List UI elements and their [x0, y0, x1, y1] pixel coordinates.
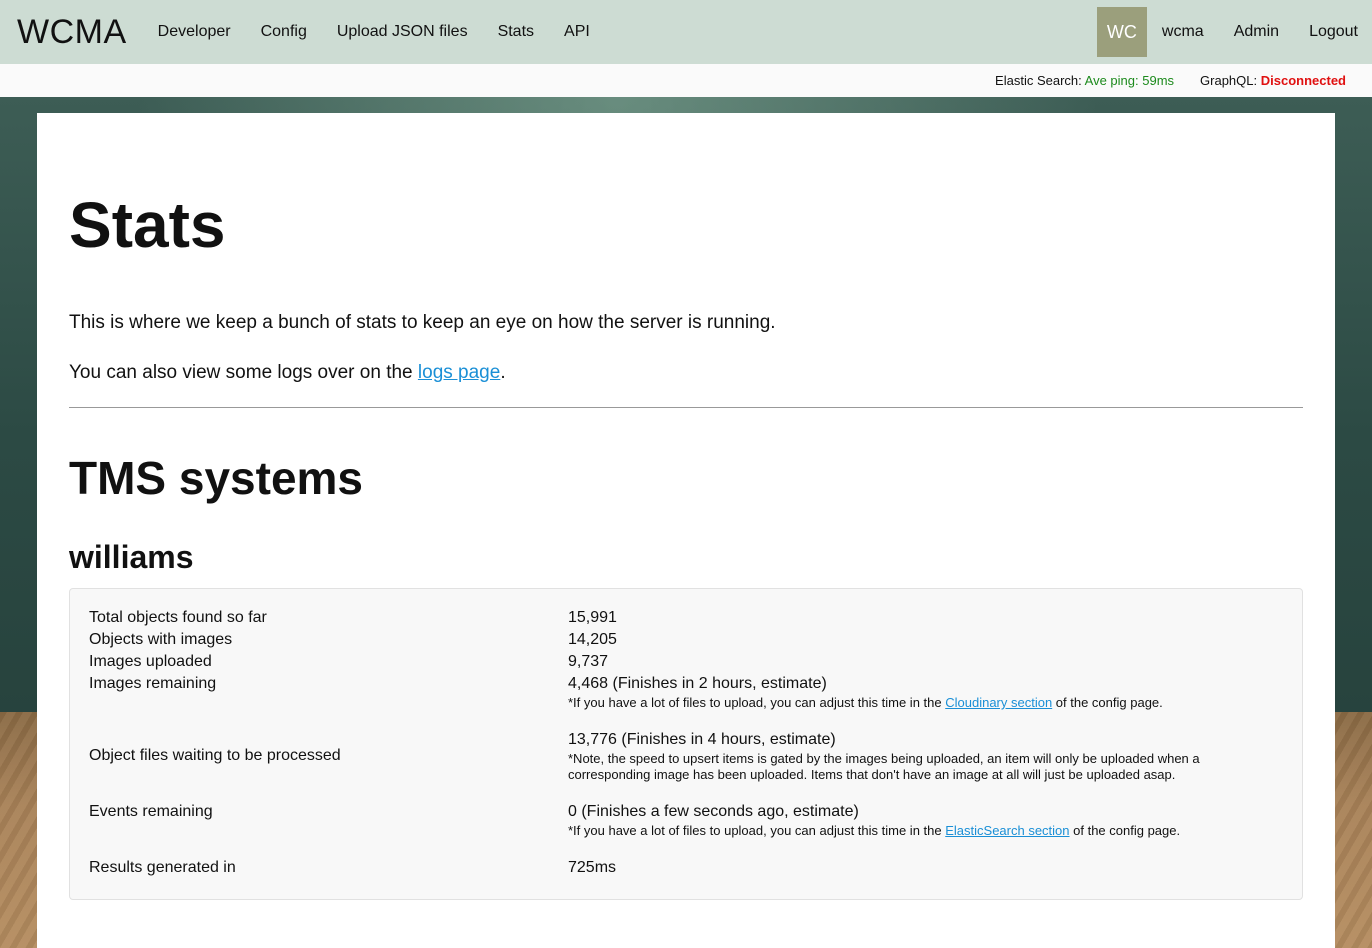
nav-link-stats[interactable]: Stats: [483, 23, 549, 41]
stat-value: 9,737: [568, 653, 609, 670]
logs-text: You can also view some logs over on the …: [69, 361, 1303, 385]
stat-label: Object files waiting to be processed: [89, 747, 341, 764]
section-title: TMS systems: [69, 452, 364, 504]
stat-value-block: 4,468 (Finishes in 2 hours, estimate) *I…: [568, 673, 1283, 711]
stat-value: 13,776 (Finishes in 4 hours, estimate): [568, 731, 836, 748]
stat-label: Events remaining: [89, 803, 213, 820]
stat-row-object-files: Object files waiting to be processed 13,…: [89, 729, 1283, 783]
cloudinary-section-link[interactable]: Cloudinary section: [945, 695, 1052, 710]
stat-note: *Note, the speed to upsert items is gate…: [568, 751, 1200, 782]
stat-label: Total objects found so far: [89, 609, 267, 626]
graphql-status: GraphQL: Disconnected: [1200, 73, 1346, 88]
es-value: Ave ping: 59ms: [1084, 73, 1175, 88]
top-navbar: WCMA Developer Config Upload JSON files …: [0, 0, 1372, 64]
page-title: Stats: [69, 189, 226, 261]
nav-link-user[interactable]: wcma: [1153, 23, 1213, 41]
stat-note: *If you have a lot of files to upload, y…: [568, 695, 1283, 711]
elastic-search-status: Elastic Search: Ave ping: 59ms: [995, 73, 1174, 88]
stat-value-block: 13,776 (Finishes in 4 hours, estimate) *…: [568, 729, 1283, 783]
stat-row-total-objects: Total objects found so far 15,991: [89, 607, 1283, 629]
intro-text: This is where we keep a bunch of stats t…: [69, 312, 776, 333]
stat-value: 14,205: [568, 631, 617, 648]
elasticsearch-section-link[interactable]: ElasticSearch section: [945, 823, 1069, 838]
stat-label: Objects with images: [89, 631, 233, 648]
note-suffix: of the config page.: [1069, 823, 1181, 838]
nav-link-api[interactable]: API: [549, 23, 605, 41]
gql-label: GraphQL:: [1200, 73, 1258, 88]
nav-link-developer[interactable]: Developer: [143, 23, 246, 41]
divider: [69, 407, 1303, 408]
status-bar: Elastic Search: Ave ping: 59ms GraphQL: …: [0, 64, 1372, 97]
stat-row-images-uploaded: Images uploaded 9,737: [89, 651, 1283, 673]
stat-row-objects-with-images: Objects with images 14,205: [89, 629, 1283, 651]
stat-value-block: 0 (Finishes a few seconds ago, estimate)…: [568, 801, 1283, 839]
nav-link-upload-json[interactable]: Upload JSON files: [322, 23, 483, 41]
nav-link-logout[interactable]: Logout: [1300, 23, 1367, 41]
nav-user-area: WC wcma Admin Logout: [1096, 0, 1372, 64]
stat-row-images-remaining: Images remaining 4,468 (Finishes in 2 ho…: [89, 673, 1283, 711]
stat-label: Images remaining: [89, 675, 217, 692]
stats-box: Total objects found so far 15,991 Object…: [69, 588, 1303, 900]
main-card: Stats This is where we keep a bunch of s…: [37, 113, 1335, 948]
stat-label: Results generated in: [89, 859, 236, 876]
stat-value: 725ms: [568, 859, 617, 876]
note-prefix: *If you have a lot of files to upload, y…: [568, 695, 946, 710]
stat-value: 0 (Finishes a few seconds ago, estimate): [568, 803, 859, 820]
stat-label: Images uploaded: [89, 653, 212, 670]
brand-logo[interactable]: WCMA: [17, 13, 127, 52]
note-suffix: of the config page.: [1052, 695, 1163, 710]
stat-value: 15,991: [568, 609, 617, 626]
logs-text-prefix: You can also view some logs over on the: [69, 362, 418, 383]
stat-value: 4,468 (Finishes in 2 hours, estimate): [568, 675, 827, 692]
es-label: Elastic Search:: [995, 73, 1082, 88]
logs-text-suffix: .: [500, 362, 506, 383]
logs-page-link[interactable]: logs page: [418, 362, 500, 383]
stat-row-events: Events remaining 0 (Finishes a few secon…: [89, 801, 1283, 839]
avatar[interactable]: WC: [1096, 7, 1147, 57]
system-name: williams: [69, 539, 194, 575]
nav-links: Developer Config Upload JSON files Stats…: [143, 23, 605, 41]
stat-row-results-generated: Results generated in 725ms: [89, 857, 1283, 879]
nav-link-admin[interactable]: Admin: [1225, 23, 1288, 41]
nav-link-config[interactable]: Config: [246, 23, 322, 41]
gql-value: Disconnected: [1260, 73, 1346, 88]
stat-note: *If you have a lot of files to upload, y…: [568, 823, 1283, 839]
note-prefix: *If you have a lot of files to upload, y…: [568, 823, 946, 838]
